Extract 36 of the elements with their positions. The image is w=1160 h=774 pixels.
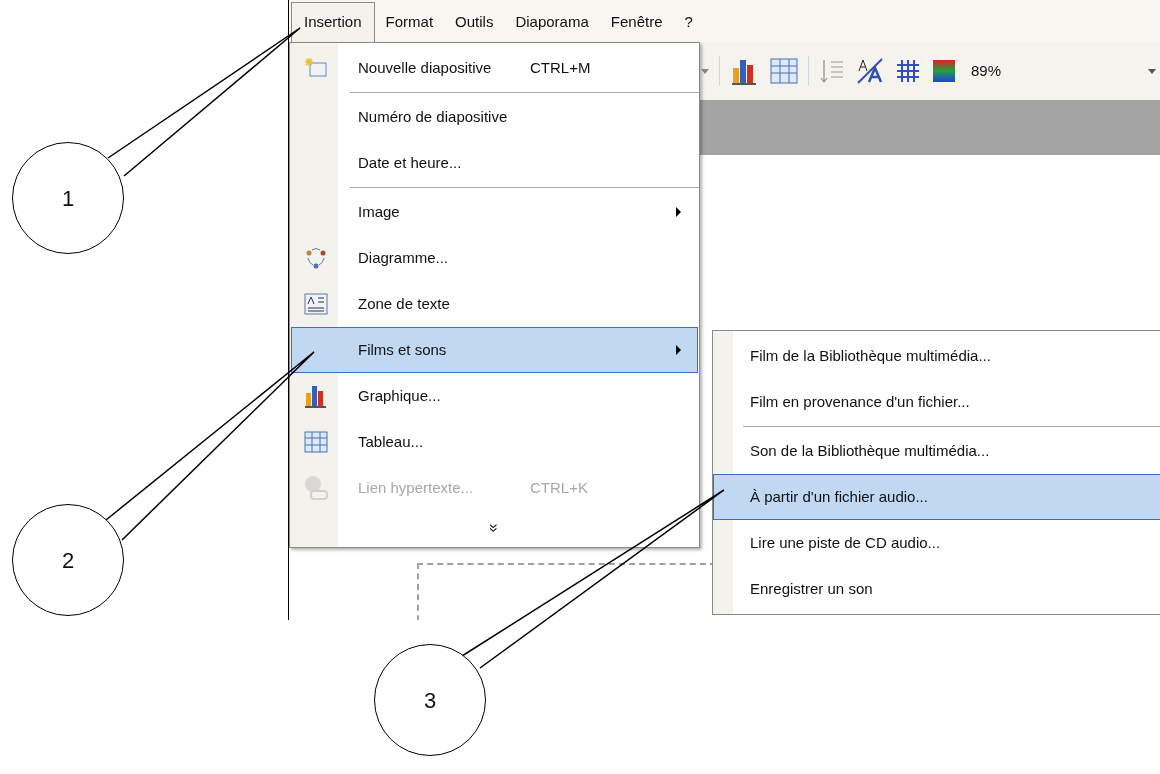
dropdown-arrow-icon[interactable]	[1148, 68, 1156, 74]
menu-item[interactable]: Numéro de diapositive	[291, 94, 698, 140]
submenu-item[interactable]: Film en provenance d'un fichier...	[713, 379, 1160, 425]
menu-bar-item[interactable]: Diaporama	[504, 2, 600, 42]
expand-menu-chevron[interactable]: »	[486, 523, 503, 533]
new-slide-icon	[304, 57, 328, 79]
dropdown-arrow-icon[interactable]	[701, 68, 709, 74]
menu-bar-item[interactable]: Insertion	[291, 2, 375, 42]
menu-item[interactable]: Tableau...	[291, 419, 698, 465]
text-box-icon	[304, 293, 328, 315]
menu-item[interactable]: Zone de texte	[291, 281, 698, 327]
menu-item[interactable]: Image	[291, 189, 698, 235]
bar-chart-icon	[303, 383, 329, 409]
submenu-item[interactable]: À partir d'un fichier audio...	[713, 474, 1160, 520]
grid-icon[interactable]	[895, 58, 921, 84]
menu-item[interactable]: Diagramme...	[291, 235, 698, 281]
menu-bar-item[interactable]: Outils	[444, 2, 505, 42]
color-square-icon[interactable]	[931, 58, 957, 84]
table-icon	[304, 431, 328, 453]
submenu-item[interactable]: Son de la Bibliothèque multimédia...	[713, 428, 1160, 474]
menu-item[interactable]: Date et heure...	[291, 140, 698, 186]
submenu-arrow-icon	[676, 345, 681, 355]
menu-item[interactable]: Films et sons	[291, 327, 698, 373]
submenu-item[interactable]: Lire une piste de CD audio...	[713, 520, 1160, 566]
menu-bar-item[interactable]: Fenêtre	[599, 2, 674, 42]
menu-bar-item[interactable]: Format	[374, 2, 445, 42]
menu-item[interactable]: Nouvelle diapositive CTRL+M	[291, 45, 698, 91]
diagram-icon	[304, 246, 328, 270]
submenu-item[interactable]: Enregistrer un son	[713, 566, 1160, 612]
text-style-icon[interactable]	[855, 57, 885, 85]
table-icon[interactable]	[770, 58, 798, 84]
zoom-field[interactable]: 89%	[967, 56, 1087, 86]
submenu-item[interactable]: Film de la Bibliothèque multimédia...	[713, 333, 1160, 379]
menu-item[interactable]: Graphique...	[291, 373, 698, 419]
menu-bar-item[interactable]: ?	[673, 2, 704, 42]
submenu-arrow-icon	[676, 207, 681, 217]
